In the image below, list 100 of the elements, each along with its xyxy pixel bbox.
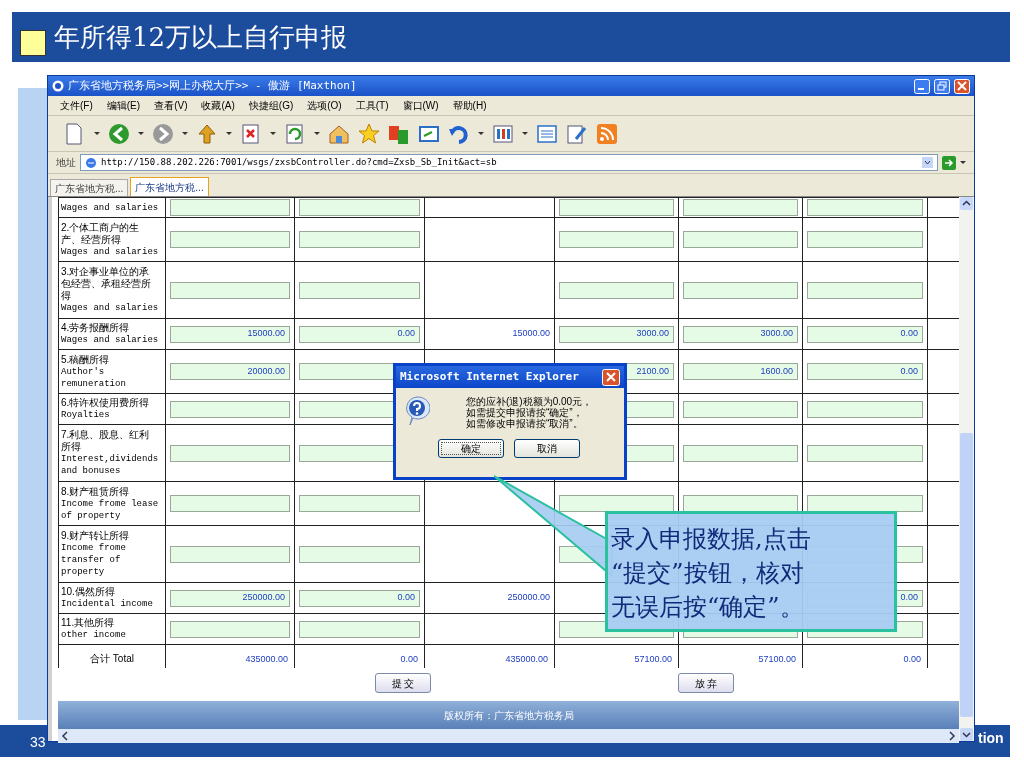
- dialog-message: 如需修改申报请按“取消”。: [466, 418, 584, 429]
- amount-field[interactable]: 0.00: [807, 363, 923, 380]
- browser-tab[interactable]: 广东省地方税...: [50, 179, 129, 196]
- refresh-icon[interactable]: [284, 122, 306, 145]
- callout-text: 无误后按“确定”。: [611, 592, 804, 623]
- go-icon[interactable]: [942, 155, 956, 170]
- edit-icon[interactable]: [566, 122, 588, 145]
- amount-field[interactable]: [170, 444, 290, 462]
- ok-button[interactable]: 确定: [438, 439, 504, 458]
- amount-field[interactable]: [683, 281, 798, 299]
- row-label-english: property: [61, 566, 106, 578]
- browser-tab[interactable]: 广东省地方税...: [130, 177, 209, 196]
- amount-field[interactable]: [170, 231, 290, 248]
- caret-icon[interactable]: [182, 132, 188, 135]
- amount-field[interactable]: [170, 495, 290, 512]
- close-icon[interactable]: [954, 78, 970, 94]
- amount-field[interactable]: [170, 281, 290, 299]
- menu-item[interactable]: 工具(T): [355, 98, 389, 113]
- menu-item[interactable]: 收藏(A): [201, 98, 235, 113]
- menu-item[interactable]: 文件(F): [60, 98, 93, 113]
- amount-field[interactable]: [299, 281, 420, 299]
- amount-field[interactable]: [170, 400, 290, 418]
- menu-item[interactable]: 窗口(W): [402, 98, 439, 113]
- menu-item[interactable]: 帮助(H): [452, 98, 487, 113]
- amount-field[interactable]: 3000.00: [683, 325, 798, 343]
- amount-field[interactable]: [807, 281, 923, 299]
- caret-icon[interactable]: [226, 132, 232, 135]
- scroll-thumb[interactable]: [960, 433, 973, 717]
- amount-field[interactable]: [807, 231, 923, 248]
- amount-field[interactable]: 3000.00: [559, 325, 674, 343]
- restore-icon[interactable]: [934, 78, 950, 94]
- row-label: 8.财产租赁所得: [61, 485, 131, 498]
- amount-field[interactable]: [559, 281, 674, 299]
- row-label-english: other income: [61, 629, 127, 641]
- amount-field[interactable]: 0.00: [299, 589, 420, 607]
- caret-icon[interactable]: [478, 132, 484, 135]
- amount-field[interactable]: [683, 444, 798, 462]
- menu-item[interactable]: 查看(V): [154, 98, 188, 113]
- amount-field[interactable]: [683, 231, 798, 248]
- amount-field[interactable]: [299, 495, 420, 512]
- row-label: 5.稿酬所得: [61, 353, 111, 366]
- minimize-icon[interactable]: [914, 78, 930, 94]
- amount-field[interactable]: [299, 620, 420, 638]
- amount-field[interactable]: [807, 495, 923, 512]
- total-amount: 0.00: [400, 654, 418, 664]
- menu-item[interactable]: 快捷组(G): [248, 98, 294, 113]
- scroll-down-icon[interactable]: [960, 728, 973, 741]
- amount-text: 15000.00: [511, 327, 550, 341]
- callout-text: “提交”按钮，核对: [611, 558, 804, 589]
- caret-icon[interactable]: [522, 132, 528, 135]
- caret-icon[interactable]: [960, 161, 966, 164]
- close-icon[interactable]: [602, 368, 620, 386]
- back-icon[interactable]: [108, 122, 130, 145]
- horizontal-scrollbar[interactable]: [58, 729, 959, 743]
- rss-icon[interactable]: [596, 122, 618, 145]
- cancel-button[interactable]: 取消: [514, 439, 580, 458]
- amount-field[interactable]: [683, 199, 798, 216]
- caret-icon[interactable]: [94, 132, 100, 135]
- amount-field[interactable]: 20000.00: [170, 363, 290, 380]
- scroll-right-icon[interactable]: [947, 731, 957, 741]
- up-arrow-icon[interactable]: [196, 122, 218, 145]
- amount-field[interactable]: 250000.00: [170, 589, 290, 607]
- amount-field[interactable]: [299, 545, 420, 563]
- amount-field[interactable]: [807, 444, 923, 462]
- total-amount: 57100.00: [634, 654, 672, 664]
- amount-field[interactable]: [559, 231, 674, 248]
- caret-icon[interactable]: [270, 132, 276, 135]
- forward-icon[interactable]: [152, 122, 174, 145]
- address-field[interactable]: http://150.88.202.226:7001/wsgs/zxsbController.do?cmd=Zxsb_Sb_Init&act=sb: [80, 154, 938, 171]
- amount-field[interactable]: [807, 199, 923, 216]
- caret-icon[interactable]: [314, 132, 320, 135]
- scroll-up-icon[interactable]: [960, 197, 973, 210]
- star-icon[interactable]: [358, 122, 380, 145]
- row-label: 2.个体工商户的生: [61, 221, 141, 234]
- amount-field[interactable]: 0.00: [299, 325, 420, 343]
- submit-button[interactable]: 提 交: [375, 673, 431, 693]
- amount-field[interactable]: [807, 400, 923, 418]
- dropdown-icon[interactable]: [922, 157, 933, 168]
- columns-icon[interactable]: [492, 122, 514, 145]
- menu-item[interactable]: 选项(O): [307, 98, 342, 113]
- vertical-scrollbar[interactable]: [959, 197, 974, 741]
- stop-icon[interactable]: [240, 122, 262, 145]
- amount-field[interactable]: 15000.00: [170, 325, 290, 343]
- amount-field[interactable]: [559, 495, 674, 512]
- caret-icon[interactable]: [138, 132, 144, 135]
- amount-field[interactable]: [170, 620, 290, 638]
- amount-field[interactable]: [170, 199, 290, 216]
- amount-field[interactable]: [299, 231, 420, 248]
- abandon-button[interactable]: 放 弃: [678, 673, 734, 693]
- amount-field[interactable]: 1600.00: [683, 363, 798, 380]
- amount-field[interactable]: [299, 199, 420, 216]
- amount-field[interactable]: [170, 545, 290, 563]
- list-icon[interactable]: [536, 122, 558, 145]
- app-icon: [52, 80, 64, 92]
- row-label-english: Wages and salaries: [61, 245, 160, 258]
- amount-field[interactable]: [559, 199, 674, 216]
- amount-field[interactable]: [683, 400, 798, 418]
- scroll-left-icon[interactable]: [60, 731, 70, 741]
- menu-item[interactable]: 编辑(E): [106, 98, 141, 113]
- amount-field[interactable]: 0.00: [807, 325, 923, 343]
